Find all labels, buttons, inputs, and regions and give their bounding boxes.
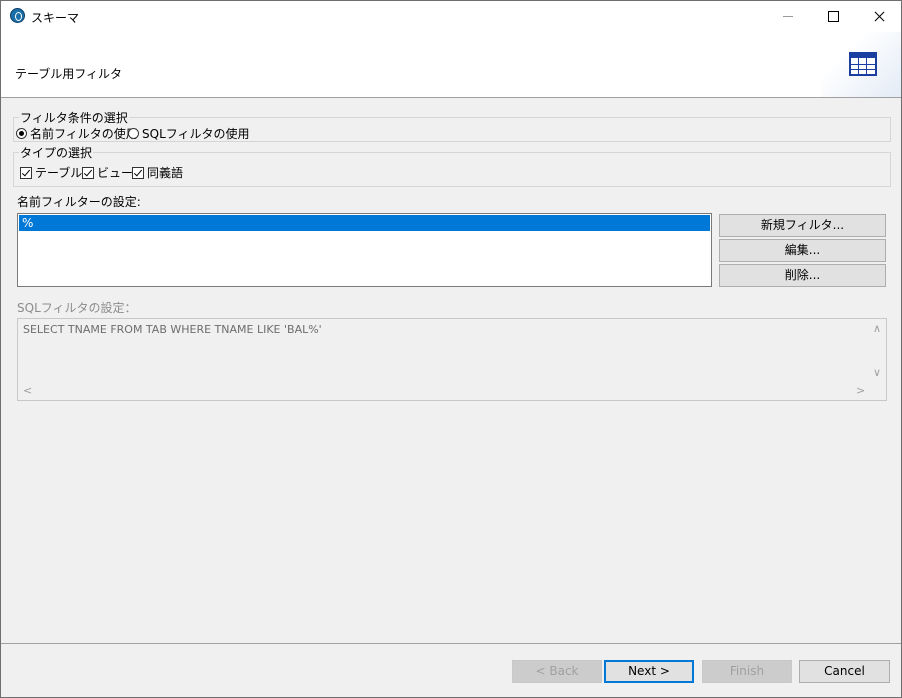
header-divider: [1, 97, 901, 98]
vertical-scrollbar[interactable]: ∧ ∨: [869, 319, 886, 383]
delete-filter-button[interactable]: 削除...: [719, 264, 886, 287]
new-filter-button[interactable]: 新規フィルタ...: [719, 214, 886, 237]
use-sql-filter-radio[interactable]: SQLフィルタの使用: [128, 125, 250, 142]
use-sql-filter-label: SQLフィルタの使用: [142, 127, 250, 141]
filter-condition-title: フィルタ条件の選択: [19, 109, 129, 126]
type-view-checkbox[interactable]: ビュー: [82, 164, 133, 181]
use-name-filter-radio[interactable]: 名前フィルタの使用: [16, 125, 138, 142]
close-button[interactable]: [856, 1, 901, 32]
next-button[interactable]: Next >: [604, 660, 694, 683]
sql-filter-label: SQLフィルタの設定：: [17, 301, 137, 315]
back-button[interactable]: < Back: [512, 660, 602, 683]
type-table-checkbox[interactable]: テーブル: [20, 164, 82, 181]
checkbox-checked-icon: [20, 166, 32, 179]
sql-filter-text: SELECT TNAME FROM TAB WHERE TNAME LIKE '…: [23, 323, 322, 336]
use-name-filter-label: 名前フィルタの使用: [30, 127, 138, 141]
type-table-label: テーブル: [35, 166, 83, 180]
name-filter-list[interactable]: %: [17, 213, 712, 287]
wizard-header: テーブル用フィルタ: [1, 32, 901, 97]
scroll-right-icon[interactable]: >: [856, 384, 865, 397]
page-title: テーブル用フィルタ: [15, 67, 123, 81]
title-bar: スキーマ: [1, 1, 901, 32]
checkbox-checked-icon: [82, 166, 94, 179]
maximize-button[interactable]: [811, 1, 857, 32]
type-selection-title: タイプの選択: [19, 144, 94, 161]
edit-filter-button[interactable]: 編集...: [719, 239, 886, 262]
schema-dialog: スキーマ テーブル用フィルタ フィルタ条件の選択 名前フィルタの使用 SQLフィ…: [0, 0, 902, 698]
scroll-up-icon[interactable]: ∧: [873, 322, 881, 335]
cancel-button[interactable]: Cancel: [799, 660, 890, 683]
minimize-button[interactable]: [765, 1, 811, 32]
scroll-left-icon[interactable]: <: [23, 384, 32, 397]
checkbox-checked-icon: [132, 166, 144, 179]
radio-selected-icon: [16, 128, 27, 139]
sql-filter-textarea[interactable]: SELECT TNAME FROM TAB WHERE TNAME LIKE '…: [17, 318, 887, 401]
scroll-down-icon[interactable]: ∨: [873, 366, 881, 379]
horizontal-scrollbar[interactable]: < >: [18, 383, 869, 400]
name-filter-label: 名前フィルターの設定:: [17, 195, 141, 209]
table-icon: [849, 52, 877, 76]
window-title: スキーマ: [31, 11, 80, 25]
radio-unselected-icon: [128, 128, 139, 139]
footer-divider: [1, 643, 901, 644]
app-icon: [10, 8, 25, 23]
list-item[interactable]: %: [19, 215, 710, 231]
type-synonym-checkbox[interactable]: 同義語: [132, 164, 183, 181]
type-view-label: ビュー: [97, 166, 134, 180]
finish-button[interactable]: Finish: [702, 660, 792, 683]
type-synonym-label: 同義語: [147, 166, 184, 180]
